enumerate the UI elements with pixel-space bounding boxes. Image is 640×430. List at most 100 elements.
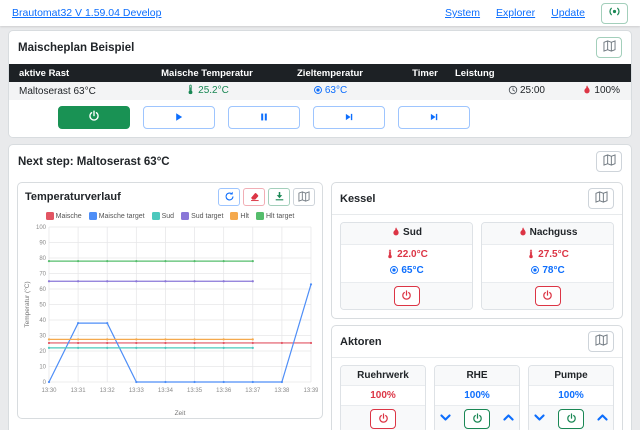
aktoren-panel: Aktoren Ruehrwerk 100% bbox=[331, 325, 623, 430]
kessel-card-footer bbox=[341, 282, 472, 309]
pumpe-decrease-button[interactable] bbox=[533, 411, 546, 427]
target-icon bbox=[530, 267, 540, 278]
aktor-card-body: 100% bbox=[341, 386, 425, 405]
kessel-card-header: Sud bbox=[341, 223, 472, 245]
map-icon bbox=[595, 334, 608, 349]
svg-text:Zeit: Zeit bbox=[175, 410, 186, 417]
nav-link-update[interactable]: Update bbox=[551, 7, 585, 19]
table-row: Maltoserast 63°C 25.2°C 63°C 25:00 100% bbox=[9, 82, 631, 100]
aktor-card-ruehrwerk: Ruehrwerk 100% bbox=[340, 365, 426, 430]
temperature-chart: 010203040506070809010013:3013:3113:3213:… bbox=[22, 222, 318, 418]
maischeplan-panel: Maischeplan Beispiel aktive Rast Maische… bbox=[8, 30, 632, 138]
aktor-value: 100% bbox=[370, 390, 396, 401]
kessel-panel: Kessel Sud 22.0°C 65°C bbox=[331, 182, 623, 319]
sud-power-button[interactable] bbox=[394, 286, 420, 306]
broadcast-icon bbox=[607, 4, 622, 22]
kessel-card-sud: Sud 22.0°C 65°C bbox=[340, 222, 473, 310]
svg-text:50: 50 bbox=[39, 303, 46, 309]
transport-controls bbox=[9, 100, 631, 137]
pumpe-increase-button[interactable] bbox=[596, 411, 609, 427]
target-temp: 78°C bbox=[484, 265, 611, 278]
svg-text:13:33: 13:33 bbox=[129, 388, 145, 394]
legend-item: Hlt bbox=[230, 212, 249, 220]
next-step-panel: Next step: Maltoserast 63°C Temperaturve… bbox=[8, 144, 632, 430]
kessel-detail-button[interactable] bbox=[588, 188, 614, 209]
maische-temp-cell: 25.2°C bbox=[149, 84, 265, 98]
nachguss-power-button[interactable] bbox=[535, 286, 561, 306]
col-header-timer: Timer bbox=[395, 68, 455, 79]
right-column: Kessel Sud 22.0°C 65°C bbox=[331, 182, 623, 430]
next-step-body: Temperaturverlauf bbox=[9, 178, 631, 430]
kessel-card-body: 22.0°C 65°C bbox=[341, 245, 472, 282]
next-step-detail-button[interactable] bbox=[596, 151, 622, 172]
svg-text:70: 70 bbox=[39, 272, 46, 278]
pause-button[interactable] bbox=[228, 106, 300, 129]
legend-swatch bbox=[89, 212, 97, 220]
brand-link[interactable]: Brautomat32 V 1.59.04 Develop bbox=[12, 7, 161, 19]
maischeplan-header: Maischeplan Beispiel bbox=[9, 31, 631, 64]
chart-detail-button[interactable] bbox=[293, 188, 315, 206]
svg-text:60: 60 bbox=[39, 287, 46, 293]
legend-item: Maische bbox=[46, 212, 82, 220]
active-rast-cell: Maltoserast 63°C bbox=[9, 86, 149, 97]
svg-text:13:39: 13:39 bbox=[303, 388, 318, 394]
play-button[interactable] bbox=[143, 106, 215, 129]
next-step-title: Next step: Maltoserast 63°C bbox=[18, 156, 170, 168]
flame-icon bbox=[582, 87, 592, 98]
map-icon bbox=[298, 190, 310, 205]
chart-refresh-button[interactable] bbox=[218, 188, 240, 206]
ruehrwerk-power-button[interactable] bbox=[370, 409, 396, 429]
navbar: Brautomat32 V 1.59.04 Develop System Exp… bbox=[0, 0, 640, 26]
kessel-cards: Sud 22.0°C 65°C bbox=[332, 215, 622, 318]
connection-status-button[interactable] bbox=[601, 3, 628, 24]
aktoren-cards: Ruehrwerk 100% RHE bbox=[332, 358, 622, 430]
power-icon bbox=[88, 110, 100, 125]
flame-icon bbox=[518, 229, 528, 240]
svg-text:13:35: 13:35 bbox=[187, 388, 203, 394]
chart-header: Temperaturverlauf bbox=[18, 183, 322, 211]
chart-download-button[interactable] bbox=[268, 188, 290, 206]
aktoren-title: Aktoren bbox=[340, 336, 382, 348]
skip-step-button[interactable] bbox=[313, 106, 385, 129]
power-icon bbox=[566, 412, 577, 427]
pumpe-power-button[interactable] bbox=[558, 409, 584, 429]
rhe-decrease-button[interactable] bbox=[439, 411, 452, 427]
aktor-card-rhe: RHE 100% bbox=[434, 365, 520, 430]
power-icon bbox=[401, 289, 412, 304]
thermometer-icon bbox=[185, 87, 196, 98]
legend-item: Sud target bbox=[181, 212, 223, 220]
maischeplan-detail-button[interactable] bbox=[596, 37, 622, 58]
clock-icon bbox=[508, 87, 518, 98]
svg-text:80: 80 bbox=[39, 256, 46, 262]
thermometer-icon bbox=[385, 251, 395, 262]
aktor-card-body: 100% bbox=[435, 386, 519, 405]
chart-clear-button[interactable] bbox=[243, 188, 265, 206]
aktor-value: 100% bbox=[558, 390, 584, 401]
legend-swatch bbox=[230, 212, 238, 220]
chart-legend: MaischeMaische targetSudSud targetHltHlt… bbox=[18, 211, 322, 222]
skip-end-button[interactable] bbox=[398, 106, 470, 129]
target-icon bbox=[313, 87, 323, 98]
table-header-row: aktive Rast Maische Temperatur Zieltempe… bbox=[9, 64, 631, 82]
svg-text:13:30: 13:30 bbox=[41, 388, 57, 394]
col-header-zieltemperatur: Zieltemperatur bbox=[265, 68, 395, 79]
svg-text:10: 10 bbox=[39, 365, 46, 371]
aktor-card-footer bbox=[341, 405, 425, 430]
rhe-power-button[interactable] bbox=[464, 409, 490, 429]
svg-text:Temperatur (°C): Temperatur (°C) bbox=[23, 281, 31, 327]
nav-link-explorer[interactable]: Explorer bbox=[496, 7, 535, 19]
rhe-increase-button[interactable] bbox=[502, 411, 515, 427]
aktoren-detail-button[interactable] bbox=[588, 331, 614, 352]
skip-forward-icon bbox=[429, 110, 439, 125]
skip-forward-icon bbox=[344, 110, 354, 125]
map-icon bbox=[603, 154, 616, 169]
aktor-card-header: Pumpe bbox=[529, 366, 613, 386]
temperaturverlauf-panel: Temperaturverlauf bbox=[17, 182, 323, 419]
nav-link-system[interactable]: System bbox=[445, 7, 480, 19]
leistung-cell: 100% bbox=[545, 85, 631, 98]
chevron-down-icon bbox=[533, 411, 546, 427]
power-button[interactable] bbox=[58, 106, 130, 129]
svg-text:90: 90 bbox=[39, 241, 46, 247]
chevron-up-icon bbox=[502, 411, 515, 427]
legend-swatch bbox=[46, 212, 54, 220]
